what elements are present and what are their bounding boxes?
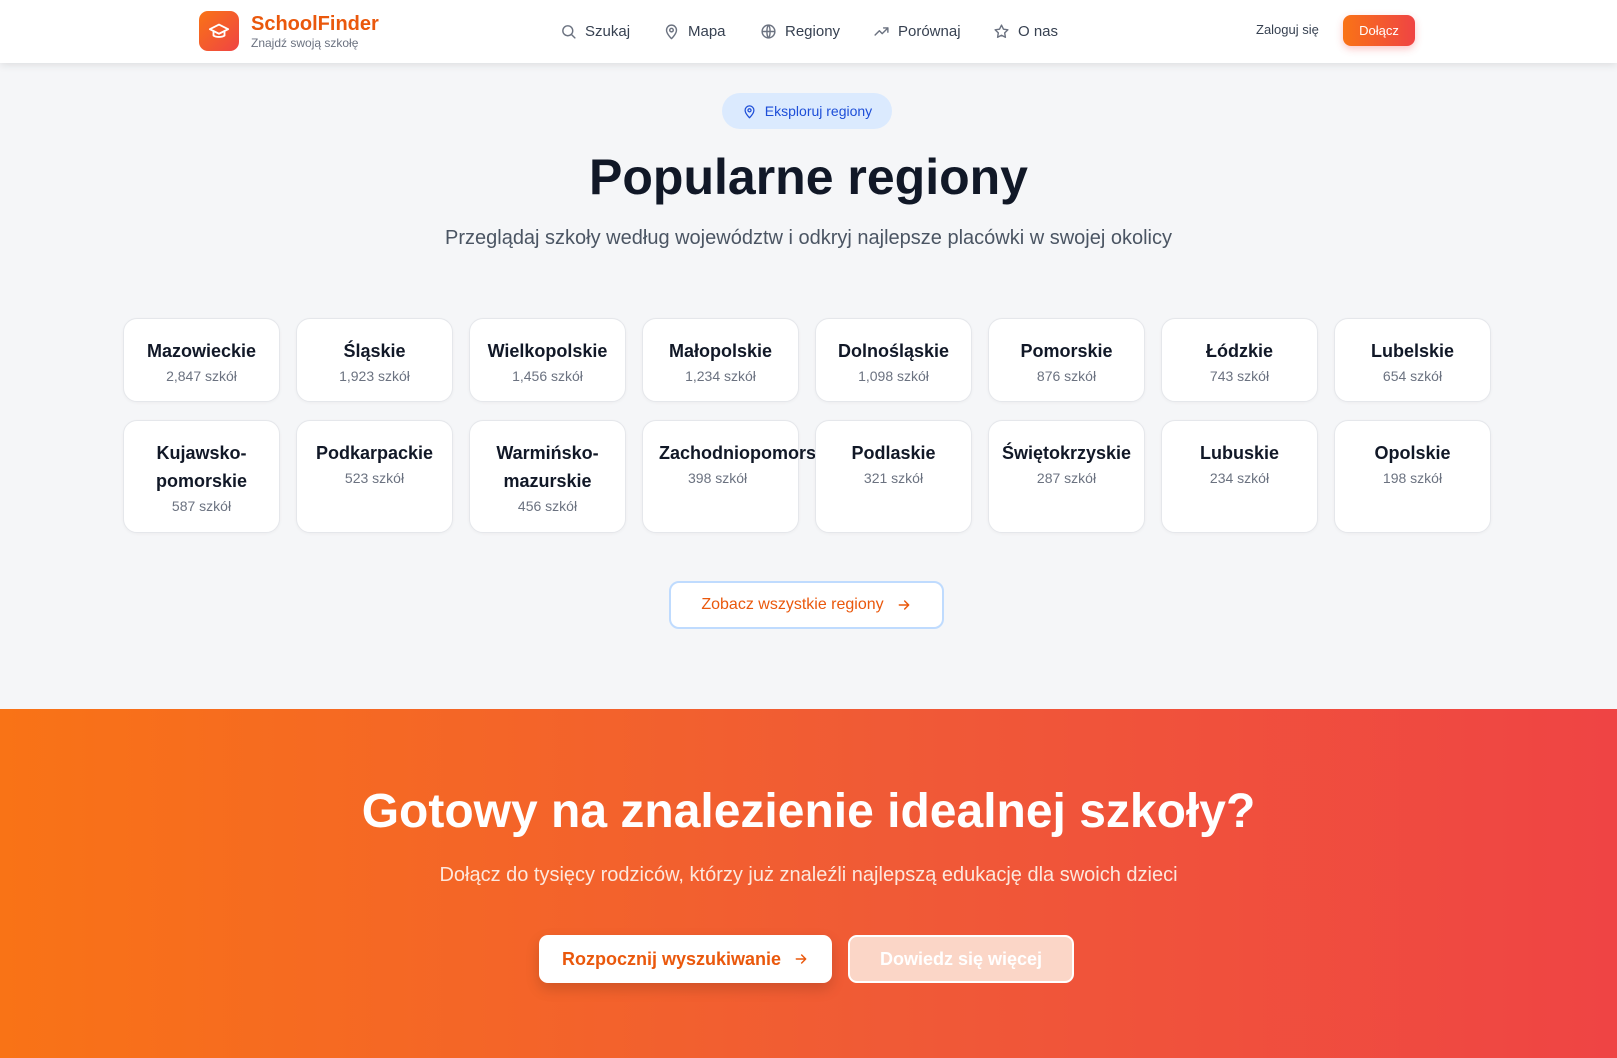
region-card-lubelskie[interactable]: Lubelskie 654 szkół bbox=[1334, 318, 1491, 402]
see-all-regions-button[interactable]: Zobacz wszystkie regiony bbox=[669, 581, 944, 629]
nav-label: Szukaj bbox=[585, 22, 631, 40]
region-name: Łódzkie bbox=[1205, 341, 1273, 361]
region-name: Zachodniopomorskie bbox=[659, 443, 842, 463]
region-count: 1,234 szkół bbox=[685, 368, 756, 384]
trending-up-icon bbox=[874, 26, 889, 36]
region-count: 587 szkół bbox=[171, 498, 232, 514]
region-card-warminsko-mazurskie[interactable]: Warmińsko-mazurskie 456 szkół bbox=[469, 420, 626, 533]
nav-item-about[interactable]: O nas bbox=[993, 20, 1058, 42]
button-label: Zobacz wszystkie regiony bbox=[701, 596, 884, 613]
region-name: Kujawsko-pomorskie bbox=[155, 443, 248, 491]
region-name: Mazowieckie bbox=[146, 341, 257, 361]
region-count: 398 szkół bbox=[688, 470, 748, 486]
start-search-button[interactable]: Rozpocznij wyszukiwanie bbox=[539, 935, 832, 983]
graduation-cap-icon bbox=[208, 23, 230, 38]
region-name: Wielkopolskie bbox=[487, 341, 608, 361]
arrow-right-icon bbox=[898, 600, 910, 610]
cta-section: Gotowy na znalezienie idealnej szkoły? D… bbox=[0, 709, 1617, 1058]
region-count: 523 szkół bbox=[344, 470, 405, 486]
region-count: 456 szkół bbox=[517, 498, 578, 514]
region-name: Opolskie bbox=[1374, 443, 1451, 463]
region-card-swietokrzyskie[interactable]: Świętokrzyskie 287 szkół bbox=[988, 420, 1145, 533]
region-card-dolnoslaskie[interactable]: Dolnośląskie 1,098 szkół bbox=[815, 318, 972, 402]
nav-label: O nas bbox=[1018, 22, 1059, 40]
region-name: Lubelskie bbox=[1370, 341, 1455, 361]
map-pin-icon bbox=[744, 104, 755, 118]
button-label: Rozpocznij wyszukiwanie bbox=[561, 948, 782, 969]
section-title: Popularne regiony bbox=[589, 149, 1028, 205]
explore-regions-badge: Eksploruj regiony bbox=[722, 93, 892, 129]
region-card-opolskie[interactable]: Opolskie 198 szkół bbox=[1334, 420, 1491, 533]
region-name: Podlaskie bbox=[851, 443, 936, 463]
region-card-lodzkie[interactable]: Łódzkie 743 szkół bbox=[1161, 318, 1318, 402]
region-name: Świętokrzyskie bbox=[1001, 443, 1132, 463]
region-card-zachodniopomorskie[interactable]: Zachodniopomorskie 398 szkół bbox=[642, 420, 842, 533]
region-count: 743 szkół bbox=[1209, 368, 1270, 384]
region-name: Małopolskie bbox=[668, 341, 773, 361]
badge-label: Eksploruj regiony bbox=[764, 103, 873, 119]
region-name: Dolnośląskie bbox=[837, 341, 950, 361]
search-icon bbox=[562, 24, 576, 39]
region-name: Warmińsko-mazurskie bbox=[496, 443, 599, 491]
region-count: 1,456 szkół bbox=[512, 368, 583, 384]
map-pin-icon bbox=[665, 23, 678, 39]
region-card-podkarpackie[interactable]: Podkarpackie 523 szkół bbox=[296, 420, 453, 533]
star-icon bbox=[994, 23, 1009, 38]
brand-tagline: Znajdź swoją szkołę bbox=[251, 36, 359, 50]
nav-label: Porównaj bbox=[898, 22, 961, 40]
login-link[interactable]: Zaloguj się bbox=[1256, 22, 1319, 37]
nav-item-compare[interactable]: Porównaj bbox=[873, 20, 961, 42]
logo[interactable] bbox=[199, 11, 239, 51]
region-card-wielkopolskie[interactable]: Wielkopolskie 1,456 szkół bbox=[469, 318, 626, 402]
region-count: 287 szkół bbox=[1036, 470, 1097, 486]
region-name: Pomorskie bbox=[1020, 341, 1113, 361]
nav-item-regions[interactable]: Regiony bbox=[760, 20, 840, 42]
learn-more-button[interactable]: Dowiedz się więcej bbox=[848, 935, 1074, 983]
region-count: 876 szkół bbox=[1036, 368, 1097, 384]
region-name: Podkarpackie bbox=[315, 443, 434, 463]
region-card-kujawsko-pomorskie[interactable]: Kujawsko-pomorskie 587 szkół bbox=[123, 420, 280, 533]
region-card-podlaskie[interactable]: Podlaskie 321 szkół bbox=[815, 420, 972, 533]
nav-label: Mapa bbox=[688, 22, 726, 40]
region-name: Lubuskie bbox=[1199, 443, 1279, 463]
region-count: 234 szkół bbox=[1209, 470, 1270, 486]
nav-item-search[interactable]: Szukaj bbox=[560, 20, 630, 42]
region-card-malopolskie[interactable]: Małopolskie 1,234 szkół bbox=[642, 318, 799, 402]
region-count: 2,847 szkół bbox=[166, 368, 237, 384]
region-count: 654 szkół bbox=[1382, 368, 1443, 384]
region-count: 1,098 szkół bbox=[858, 368, 929, 384]
site-header: SchoolFinder Znajdź swoją szkołę Szukaj … bbox=[0, 0, 1617, 63]
region-card-pomorskie[interactable]: Pomorskie 876 szkół bbox=[988, 318, 1145, 402]
region-card-slaskie[interactable]: Śląskie 1,923 szkół bbox=[296, 318, 453, 402]
section-subtitle: Przeglądaj szkoły według województw i od… bbox=[445, 227, 1172, 249]
region-count: 198 szkół bbox=[1382, 470, 1443, 486]
region-name: Śląskie bbox=[343, 341, 406, 361]
brand-name[interactable]: SchoolFinder bbox=[251, 13, 379, 36]
nav-item-map[interactable]: Mapa bbox=[663, 20, 726, 42]
region-card-mazowieckie[interactable]: Mazowieckie 2,847 szkół bbox=[123, 318, 280, 402]
arrow-right-icon bbox=[795, 954, 807, 964]
nav-label: Regiony bbox=[785, 22, 841, 40]
cta-subtitle: Dołącz do tysięcy rodziców, którzy już z… bbox=[439, 864, 1178, 886]
join-button[interactable]: Dołącz bbox=[1343, 15, 1415, 46]
region-count: 321 szkół bbox=[863, 470, 924, 486]
region-count: 1,923 szkół bbox=[339, 368, 410, 384]
cta-title: Gotowy na znalezienie idealnej szkoły? bbox=[361, 785, 1256, 838]
globe-icon bbox=[761, 23, 776, 39]
region-card-lubuskie[interactable]: Lubuskie 234 szkół bbox=[1161, 420, 1318, 533]
